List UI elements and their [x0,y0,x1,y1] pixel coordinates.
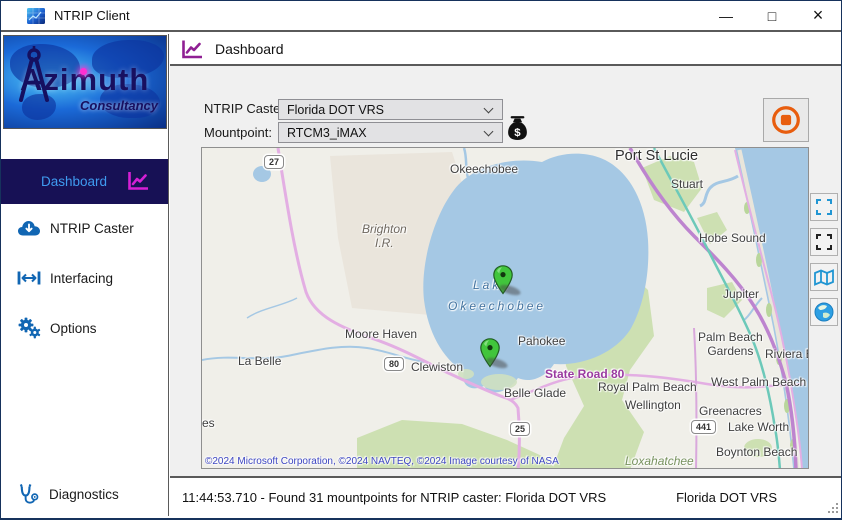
map-label: Hobe Sound [699,231,766,245]
map-label: Clewiston [411,360,463,374]
map-label: Moore Haven [345,327,417,341]
brand-subtitle: Consultancy [80,98,158,113]
ntrip-caster-select[interactable]: Florida DOT VRS [278,99,503,120]
app-icon [27,8,45,24]
mountpoint-label: Mountpoint: [204,125,272,140]
close-button[interactable]: × [795,1,841,30]
map-label: ©2024 Microsoft Corporation, ©2024 NAVTE… [205,456,559,467]
sidebar-item-diagnostics[interactable]: Diagnostics [1,474,168,514]
stop-button[interactable] [763,98,809,142]
globe-view-button[interactable] [810,298,838,326]
map-label: Greenacres [699,404,762,418]
sidebar-item-label: Diagnostics [49,487,119,502]
map-label: Royal Palm Beach [598,380,697,394]
window-title: NTRIP Client [54,8,130,23]
map-label: res [201,416,215,430]
map-marker[interactable] [480,338,500,368]
gears-icon [17,317,41,339]
road-shield: 441 [691,420,716,434]
map-label: Stuart [671,177,703,191]
money-bag-icon: $ [507,116,528,146]
brand-logo: Azimuth Consultancy [3,35,167,129]
interface-arrows-icon [17,270,41,286]
map-label: Riviera B [765,347,809,361]
fullscreen-button[interactable] [810,228,838,256]
chevron-down-icon [484,126,494,136]
road-shield: 27 [264,155,284,169]
map-label: Pahokee [518,334,565,348]
main-panel: Dashboard NTRIP Caster: Florida DOT VRS … [170,34,841,516]
resize-grip[interactable] [828,503,838,513]
map-label: Jupiter [723,287,759,301]
maximize-button[interactable]: □ [749,1,795,30]
stethoscope-icon [17,483,40,506]
fullscreen-icon [815,233,833,251]
sidebar: Azimuth Consultancy Dashboard [1,34,169,516]
compass-icon [16,46,52,104]
sidebar-item-ntrip-caster[interactable]: NTRIP Caster [1,208,168,248]
ntrip-caster-label: NTRIP Caster: [204,101,288,116]
map-label: West Palm Beach [711,375,806,389]
road-shield: 25 [510,422,530,436]
map-label: Lake Worth [728,420,789,434]
status-message: 11:44:53.710 - Found 31 mountpoints for … [182,490,676,505]
line-chart-icon [127,171,150,196]
titlebar: NTRIP Client — □ × [1,1,841,32]
mountpoint-value: RTCM3_iMAX [287,126,485,140]
map-label: Port St Lucie [615,148,698,164]
status-bar: 11:44:53.710 - Found 31 mountpoints for … [170,476,841,516]
sidebar-item-interfacing[interactable]: Interfacing [1,258,168,298]
page-title: Dashboard [215,41,284,57]
sidebar-item-label: NTRIP Caster [50,221,134,236]
map-label: Wellington [625,398,681,412]
fit-view-icon [815,198,833,216]
map-overlay-layer: Okeechobee Port St Lucie Stuart Hobe Sound J… [202,148,809,469]
cloud-download-icon [17,219,41,237]
line-chart-icon [181,39,204,60]
ntrip-caster-value: Florida DOT VRS [287,103,485,117]
sidebar-item-label: Dashboard [41,174,107,189]
map-label: Palm Beach Gardens [698,330,763,358]
app-window: NTRIP Client — □ × Azimuth Consultancy D… [0,0,842,520]
svg-text:$: $ [514,127,521,139]
marker-shadow [485,356,508,370]
stop-record-icon [770,104,802,136]
chevron-down-icon [484,103,494,113]
globe-icon [814,302,834,322]
map-marker[interactable] [493,265,513,295]
dashboard-content: NTRIP Caster: Florida DOT VRS Mountpoint… [170,68,841,476]
map-label: Belle Glade [504,386,566,400]
page-header: Dashboard [170,34,841,66]
map-style-button[interactable] [810,263,838,291]
map-label: Brighton I.R. [362,222,407,250]
sidebar-item-dashboard[interactable]: Dashboard [1,159,168,204]
map-canvas[interactable]: Okeechobee Port St Lucie Stuart Hobe Sound J… [201,147,809,469]
map-label: State Road 80 [545,367,624,381]
fit-view-button[interactable] [810,193,838,221]
minimize-button[interactable]: — [703,1,749,30]
map-label: Okeechobee [448,299,546,313]
sidebar-item-label: Interfacing [50,271,113,286]
map-label: Okeechobee [450,162,518,176]
map-label: Loxahatchee [625,454,694,468]
map-label: La Belle [238,354,281,368]
pink-dot [80,68,87,75]
road-shield: 80 [384,357,404,371]
folded-map-icon [814,269,834,286]
marker-shadow [498,283,521,297]
mountpoint-select[interactable]: RTCM3_iMAX [278,122,503,143]
status-caster: Florida DOT VRS [676,490,777,505]
sidebar-item-label: Options [50,321,97,336]
sidebar-item-options[interactable]: Options [1,308,168,348]
map-label: Boynton Beach [716,445,797,459]
